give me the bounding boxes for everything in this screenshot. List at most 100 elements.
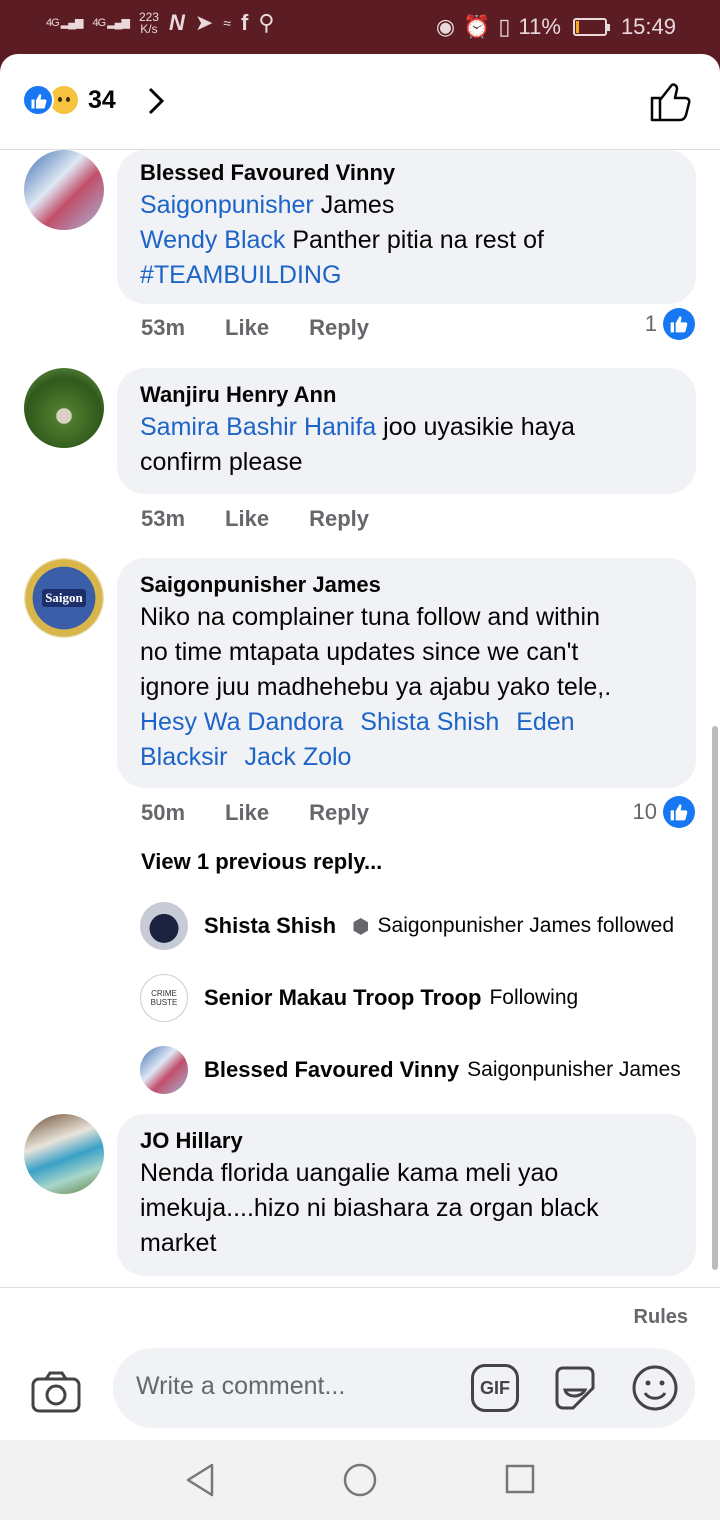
signal-indicator-2: 4G ▂▄▆ (92, 16, 129, 29)
rules-link[interactable]: Rules (634, 1306, 688, 1329)
comment-bubble[interactable]: Wanjiru Henry Ann Samira Bashir Hanifa j… (117, 368, 696, 494)
text-span: James (313, 191, 395, 219)
likes-count: 1 (644, 311, 657, 336)
mention-link[interactable]: Shista Shish (360, 708, 499, 736)
like-button[interactable]: Like (225, 506, 269, 532)
comment-composer: Rules Write a comment... GIF (0, 1287, 720, 1440)
mention-link[interactable]: Jack Zolo (244, 743, 351, 771)
system-nav-bar (0, 1440, 720, 1520)
avatar-badge-text: Saigon (42, 589, 86, 607)
like-reaction-icon (22, 84, 54, 116)
comment-author[interactable]: Wanjiru Henry Ann (140, 380, 672, 410)
reply-button[interactable]: Reply (309, 506, 369, 532)
comment-text: Saigonpunisher James (140, 188, 672, 223)
comment-placeholder: Write a comment... (136, 1372, 346, 1400)
gif-icon[interactable]: GIF (471, 1364, 519, 1412)
avatar[interactable] (24, 1114, 104, 1194)
reply-avatar[interactable]: CRIME BUSTE (140, 974, 188, 1022)
home-icon[interactable] (342, 1462, 378, 1498)
reply-button[interactable]: Reply (309, 800, 369, 826)
chevron-right-icon[interactable] (146, 86, 166, 116)
eye-icon: ◉ (435, 14, 456, 39)
comment-text: Niko na complainer tuna follow and withi… (140, 603, 600, 631)
reply-author[interactable]: Senior Makau Troop Troop (204, 985, 481, 1011)
avatar[interactable]: Saigon (24, 558, 104, 638)
facebook-icon: f (240, 10, 249, 35)
network-speed: 223 K/s (139, 11, 159, 35)
sticker-icon[interactable] (551, 1364, 599, 1412)
comment-text: #TEAMBUILDING (140, 258, 672, 293)
reply-item[interactable]: Shista Shish ⬢ Saigonpunisher James foll… (140, 902, 700, 950)
comment-bubble[interactable]: Blessed Favoured Vinny Saigonpunisher Ja… (117, 150, 696, 304)
comment-actions: 50m Like Reply (141, 800, 369, 826)
comment-likes[interactable]: 1 (645, 308, 695, 340)
reply-item[interactable]: CRIME BUSTE Senior Makau Troop Troop Fol… (140, 974, 700, 1022)
reply-author[interactable]: Shista Shish (204, 913, 336, 939)
wifi-icon: ≈ (223, 15, 231, 31)
avatar-text: BUSTE (150, 998, 178, 1007)
mention-link[interactable]: Eden (516, 708, 574, 736)
reactions-summary[interactable]: 34 (22, 84, 116, 116)
comment-time: 50m (141, 800, 186, 825)
avatar[interactable] (24, 150, 104, 230)
reply-author[interactable]: Blessed Favoured Vinny (204, 1057, 459, 1083)
comment-author[interactable]: JO Hillary (140, 1126, 672, 1156)
shield-badge-icon: ⬢ (352, 915, 370, 938)
avatar[interactable] (24, 368, 104, 448)
comments-sheet: 34 Blessed Favoured Vinny Saigonpunisher… (0, 54, 720, 1440)
comment-text: Hesy Wa Dandora Shista Shish Eden (140, 705, 672, 740)
telegram-icon: ➤ (194, 10, 214, 35)
reply-avatar[interactable] (140, 1046, 188, 1094)
mention-link[interactable]: Saigonpunisher (140, 191, 314, 219)
comment-bubble[interactable]: Saigonpunisher James Niko na complainer … (117, 558, 696, 788)
comment-text: market (140, 1229, 217, 1257)
comment-bubble[interactable]: JO Hillary Nenda florida uangalie kama m… (117, 1114, 696, 1276)
battery-percent: 11% (518, 14, 561, 39)
mention-link[interactable]: Wendy Black (140, 226, 285, 254)
speed-unit: K/s (140, 22, 158, 36)
comment-likes[interactable]: 10 (633, 796, 695, 828)
back-icon[interactable] (184, 1462, 216, 1498)
like-icon (663, 308, 695, 340)
recents-icon[interactable] (505, 1464, 535, 1494)
reply-button[interactable]: Reply (309, 315, 369, 341)
vibrate-icon: ▯ (498, 14, 511, 39)
like-button[interactable]: Like (225, 800, 269, 826)
like-icon (663, 796, 695, 828)
thumbs-up-outline-icon[interactable] (648, 80, 692, 124)
comment-text: confirm please (140, 448, 303, 476)
hashtag-link[interactable]: #TEAMBUILDING (140, 261, 341, 289)
avatar-text: CRIME (151, 989, 177, 998)
reply-text: Following (489, 986, 579, 1009)
comment-actions: 53m Like Reply (141, 315, 369, 341)
status-left: 4G ▂▄▆ 4G ▂▄▆ 223 K/s N ➤ ≈ f ⚲ (46, 10, 274, 36)
mention-link[interactable]: Hesy Wa Dandora (140, 708, 343, 736)
like-button[interactable]: Like (225, 315, 269, 341)
reply-item[interactable]: Blessed Favoured Vinny Saigonpunisher Ja… (140, 1046, 700, 1094)
view-previous-replies-link[interactable]: View 1 previous reply... (141, 849, 382, 875)
comment-input[interactable]: Write a comment... GIF (113, 1348, 695, 1428)
signal-label-2: 4G (92, 16, 106, 29)
netflix-icon: N (168, 10, 185, 35)
comment-time: 53m (141, 315, 186, 340)
emoji-icon[interactable] (631, 1364, 679, 1412)
comment-text: Blacksir Jack Zolo (140, 740, 672, 775)
status-right: ◉ ⏰ ▯ 11% 15:49 (436, 14, 676, 40)
comment-actions: 53m Like Reply (141, 506, 369, 532)
comment-author[interactable]: Saigonpunisher James (140, 570, 672, 600)
comment-author[interactable]: Blessed Favoured Vinny (140, 158, 672, 188)
likes-count: 10 (632, 799, 657, 824)
camera-icon[interactable] (30, 1370, 82, 1414)
reply-avatar[interactable] (140, 902, 188, 950)
comment-time: 53m (141, 506, 186, 531)
scrollbar[interactable] (712, 726, 718, 1270)
comment-text: Wendy Black Panther pitia na rest of (140, 223, 672, 258)
mention-link[interactable]: Blacksir (140, 743, 228, 771)
status-bar: 4G ▂▄▆ 4G ▂▄▆ 223 K/s N ➤ ≈ f ⚲ ◉ ⏰ ▯ 11%… (0, 0, 720, 54)
location-icon: ⚲ (258, 10, 275, 35)
comment-text: imekuja....hizo ni biashara za organ bla… (140, 1194, 599, 1222)
reply-text: Saigonpunisher James followed (377, 914, 675, 937)
battery-icon (572, 18, 610, 36)
comment-text: Nenda florida uangalie kama meli yao (140, 1159, 559, 1187)
mention-link[interactable]: Samira Bashir Hanifa (140, 413, 376, 441)
